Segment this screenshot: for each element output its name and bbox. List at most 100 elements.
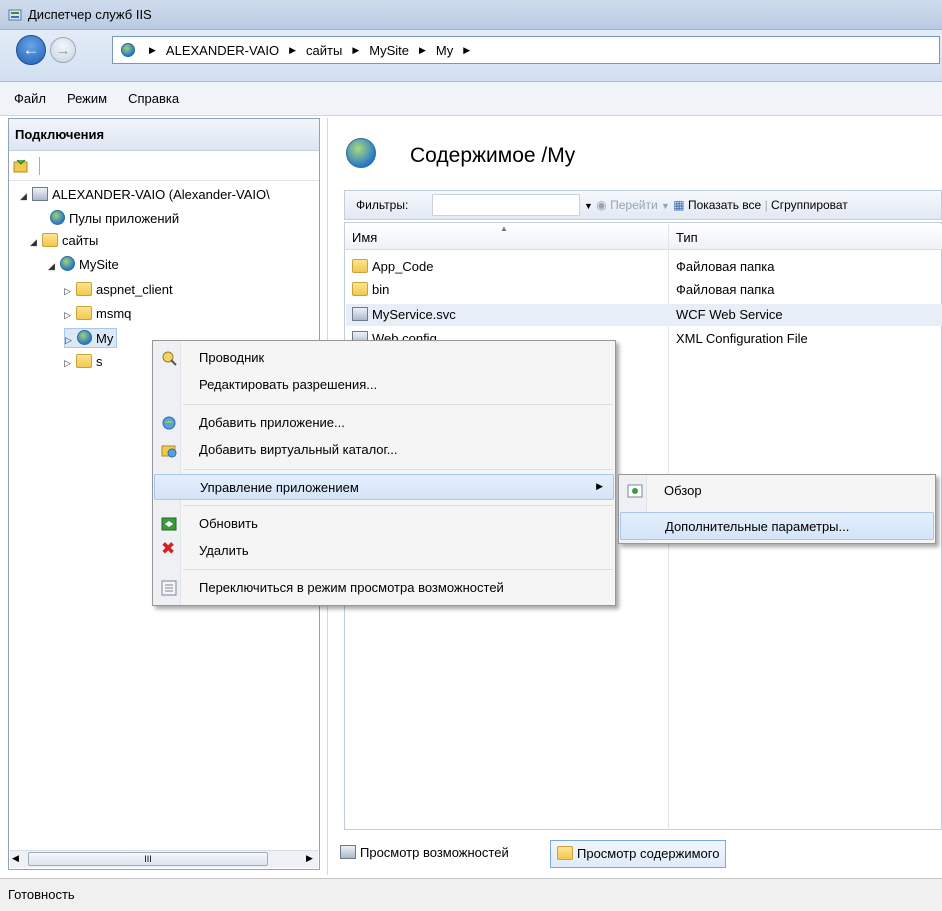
actions-divider: |	[764, 198, 768, 212]
breadcrumb-server[interactable]: ALEXANDER-VAIO	[166, 43, 279, 58]
menu-item-explore[interactable]: Проводник	[154, 345, 614, 371]
list-item[interactable]: App_Code Файловая папка	[346, 256, 942, 278]
collapsed-icon[interactable]: ▷	[65, 330, 77, 350]
tab-label: Просмотр содержимого	[577, 846, 720, 861]
app-icon	[77, 330, 92, 345]
column-name-header[interactable]: Имя	[352, 230, 377, 245]
tree-label: Пулы приложений	[69, 211, 180, 226]
menu-item-manage-application[interactable]: Управление приложением ▶	[154, 474, 614, 500]
menu-separator	[183, 569, 613, 570]
tree-label: ALEXANDER-VAIO (Alexander-VAIO\	[52, 187, 270, 202]
submenu-item-browse[interactable]: Обзор	[620, 477, 934, 505]
menu-file[interactable]: Файл	[14, 91, 46, 106]
menu-item-label: Редактировать разрешения...	[199, 377, 378, 392]
folder-icon	[352, 259, 368, 273]
go-dropdown-icon[interactable]: ▼	[661, 201, 670, 211]
menu-item-add-virtual-directory[interactable]: Добавить виртуальный каталог...	[154, 437, 614, 463]
status-text: Готовность	[8, 887, 75, 902]
tree-item-s[interactable]: ▷ s	[64, 352, 103, 372]
scroll-right-icon[interactable]: ▶	[306, 853, 313, 864]
menu-separator	[183, 469, 613, 470]
item-name: MyService.svc	[372, 307, 456, 322]
collapsed-icon[interactable]: ▷	[64, 281, 76, 301]
add-virtual-directory-icon	[161, 442, 177, 458]
breadcrumb-sites[interactable]: сайты	[306, 43, 342, 58]
tree-item-sites[interactable]: ◢ сайты	[30, 231, 98, 251]
breadcrumb-my[interactable]: My	[436, 43, 453, 58]
globe-icon	[60, 256, 75, 271]
menu-separator	[183, 505, 613, 506]
menu-item-label: Добавить виртуальный каталог...	[199, 442, 398, 457]
show-all-button[interactable]: Показать все	[688, 198, 761, 212]
expanded-icon[interactable]: ◢	[30, 232, 42, 252]
forward-button[interactable]: →	[50, 37, 76, 63]
breadcrumb-mysite[interactable]: MySite	[369, 43, 409, 58]
menu-item-add-application[interactable]: Добавить приложение...	[154, 410, 614, 436]
go-icon: ◉	[596, 198, 607, 212]
breadcrumb-separator-icon: ▶	[463, 44, 471, 55]
menu-item-edit-permissions[interactable]: Редактировать разрешения...	[154, 372, 614, 398]
folder-icon	[76, 282, 92, 296]
tree-item-app-pools[interactable]: Пулы приложений	[50, 209, 179, 229]
address-bar[interactable]: ▶ ALEXANDER-VAIO ▶ сайты ▶ MySite ▶ My ▶	[112, 36, 940, 64]
go-button[interactable]: Перейти	[610, 198, 658, 212]
menu-item-label: Проводник	[199, 350, 265, 365]
menu-item-label: Дополнительные параметры...	[665, 519, 850, 534]
item-type: Файловая папка	[676, 259, 775, 274]
refresh-icon	[161, 516, 177, 532]
item-type: XML Configuration File	[676, 331, 808, 346]
back-button[interactable]: ←	[16, 35, 46, 65]
explore-icon	[161, 350, 177, 366]
site-globe-icon	[121, 43, 135, 57]
menu-item-refresh[interactable]: Обновить	[154, 511, 614, 537]
expanded-icon[interactable]: ◢	[48, 256, 60, 276]
menu-view[interactable]: Режим	[67, 91, 107, 106]
folder-icon	[76, 306, 92, 320]
scrollbar-thumb[interactable]: III	[28, 852, 268, 866]
breadcrumb-separator-icon: ▶	[149, 44, 156, 55]
tree-label: My	[96, 331, 114, 346]
tree-label: s	[96, 354, 103, 369]
delete-icon: ✖	[161, 539, 176, 558]
features-view-icon	[340, 845, 356, 859]
tree-label: aspnet_client	[96, 282, 173, 297]
expanded-icon[interactable]: ◢	[20, 186, 32, 206]
group-by-button[interactable]: Сгруппироват	[771, 198, 848, 212]
submenu-item-advanced-settings[interactable]: Дополнительные параметры...	[620, 512, 934, 540]
tree-item-my[interactable]: ▷ My	[64, 328, 118, 350]
item-name: bin	[372, 282, 390, 297]
list-item[interactable]: MyService.svc WCF Web Service	[346, 304, 942, 326]
tree-item-aspnet-client[interactable]: ▷ aspnet_client	[64, 280, 173, 300]
menu-item-label: Переключиться в режим просмотра возможно…	[199, 580, 504, 595]
tab-features-view[interactable]: Просмотр возможностей	[334, 840, 515, 868]
filter-dropdown-icon[interactable]: ▼	[584, 201, 593, 211]
folder-icon	[352, 282, 368, 296]
tree-item-msmq[interactable]: ▷ msmq	[64, 304, 131, 324]
connect-icon[interactable]	[13, 158, 29, 177]
scroll-left-icon[interactable]: ◀	[12, 853, 19, 864]
filter-label: Фильтры:	[356, 198, 409, 212]
column-type-header[interactable]: Тип	[676, 230, 698, 245]
tree-item-mysite[interactable]: ◢ MySite	[48, 255, 119, 275]
collapsed-icon[interactable]: ▷	[64, 353, 76, 373]
sites-folder-icon	[42, 233, 58, 247]
menu-item-label: Обзор	[664, 483, 702, 498]
folder-icon	[76, 354, 92, 368]
item-name: App_Code	[372, 259, 434, 274]
list-item[interactable]: bin Файловая папка	[346, 279, 942, 301]
tab-content-view[interactable]: Просмотр содержимого	[550, 840, 727, 868]
tab-label: Просмотр возможностей	[360, 845, 509, 860]
sort-ascending-icon: ▲	[500, 224, 508, 233]
tree-label: msmq	[96, 306, 132, 321]
browse-icon	[627, 483, 643, 502]
tree-item-server[interactable]: ◢ ALEXANDER-VAIO (Alexander-VAIO\	[20, 185, 270, 205]
iis-app-icon	[8, 8, 22, 22]
collapsed-icon[interactable]: ▷	[64, 305, 76, 325]
menu-item-remove[interactable]: ✖ Удалить	[154, 538, 614, 564]
tree-label: MySite	[79, 257, 119, 272]
filter-input[interactable]	[432, 194, 580, 216]
menu-help[interactable]: Справка	[128, 91, 179, 106]
menu-item-switch-features-view[interactable]: Переключиться в режим просмотра возможно…	[154, 575, 614, 601]
content-view-icon	[557, 846, 573, 860]
item-type: WCF Web Service	[676, 307, 783, 322]
